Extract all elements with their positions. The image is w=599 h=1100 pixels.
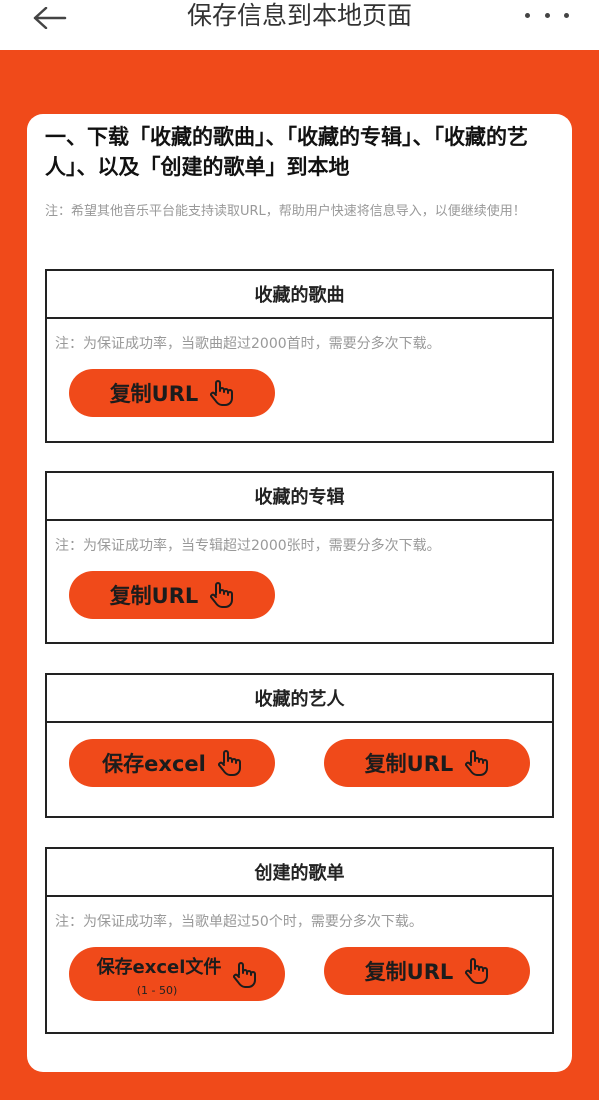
section-favorite-artists: 收藏的艺人 保存excel 复制URL [45,673,554,818]
save-excel-file-button[interactable]: 保存excel文件 (1 - 50) [69,947,285,1001]
section-title: 收藏的歌曲 [47,271,552,319]
copy-url-button[interactable]: 复制URL [69,571,275,619]
section-title: 收藏的专辑 [47,473,552,521]
section-favorite-songs: 收藏的歌曲 注：为保证成功率，当歌曲超过2000首时，需要分多次下载。 复制UR… [45,269,554,443]
copy-url-button[interactable]: 复制URL [69,369,275,417]
section-heading: 一、下载「收藏的歌曲」、「收藏的专辑」、「收藏的艺人」、以及「创建的歌单」到本地 [45,125,528,179]
hand-pointer-icon [465,750,489,776]
save-excel-button[interactable]: 保存excel [69,739,275,787]
section-title: 收藏的艺人 [47,675,552,723]
hand-pointer-icon [465,958,489,984]
page-title: 保存信息到本地页面 [186,1,412,30]
section-note: 注：为保证成功率，当专辑超过2000张时，需要分多次下载。 [55,538,441,554]
hand-pointer-icon [210,582,234,608]
section-title: 创建的歌单 [47,849,552,897]
hand-pointer-icon [217,750,241,776]
more-button[interactable] [525,2,569,28]
top-bar: 保存信息到本地页面 [0,0,599,50]
download-card: 一、下载「收藏的歌曲」、「收藏的专辑」、「收藏的艺人」、以及「创建的歌单」到本地… [27,114,572,1072]
button-label: 保存excel文件 [96,957,222,978]
more-dots-icon [525,12,530,18]
copy-url-button[interactable]: 复制URL [324,739,530,787]
button-label: 复制URL [364,960,454,984]
button-label: 复制URL [109,584,199,608]
section-note: 注：为保证成功率，当歌单超过50个时，需要分多次下载。 [55,914,423,930]
button-label: 保存excel [102,752,206,776]
section-note: 注：为保证成功率，当歌曲超过2000首时，需要分多次下载。 [55,336,441,352]
section-favorite-albums: 收藏的专辑 注：为保证成功率，当专辑超过2000张时，需要分多次下载。 复制UR… [45,471,554,644]
button-label: 复制URL [364,752,454,776]
platform-note: 注：希望其他音乐平台能支持读取URL，帮助用户快速将信息导入，以便继续使用！ [45,204,526,219]
copy-url-button[interactable]: 复制URL [324,947,530,995]
more-dots-icon [544,12,550,18]
more-dots-icon [564,12,569,18]
button-sublabel: (1 - 50) [136,984,178,997]
section-created-playlists: 创建的歌单 注：为保证成功率，当歌单超过50个时，需要分多次下载。 保存exce… [45,847,554,1034]
button-label: 复制URL [109,382,199,406]
hand-pointer-icon [210,380,234,406]
